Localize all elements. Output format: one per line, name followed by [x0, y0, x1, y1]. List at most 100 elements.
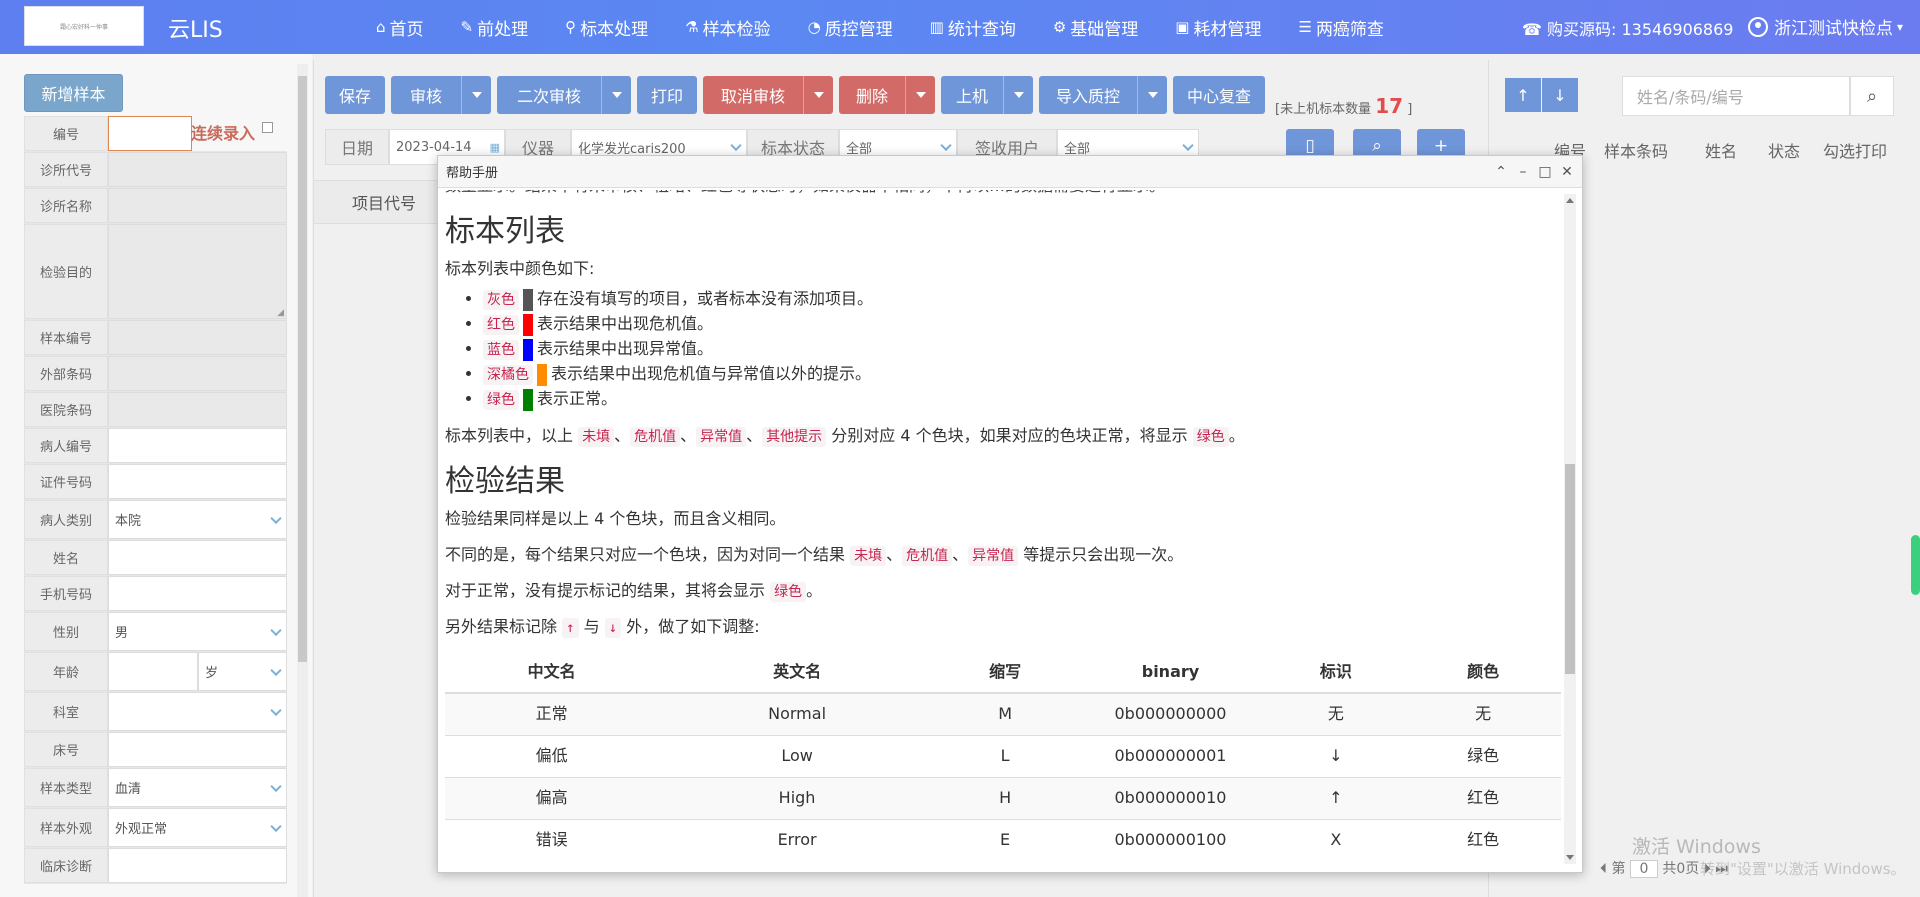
nav-label: 前处理	[477, 19, 529, 40]
form-input[interactable]	[108, 152, 287, 187]
move-up-button[interactable]: ↑	[1505, 78, 1541, 112]
form-input[interactable]	[108, 356, 287, 391]
list-block-paragraph: 标本列表中，以上 未填、危机值、异常值、其他提示 分别对应 4 个色块，如果对应…	[445, 424, 1565, 448]
age-input[interactable]	[108, 652, 198, 691]
column-header[interactable]: 样本条码	[1604, 138, 1668, 162]
nav-label: 样本检验	[702, 19, 771, 40]
form-input[interactable]	[108, 576, 287, 611]
form-select[interactable]: 血清	[108, 768, 287, 807]
color-swatch	[523, 288, 533, 311]
upload-button[interactable]: 上机	[941, 76, 1004, 114]
nav-item-6[interactable]: ⚙ 基础管理	[1053, 15, 1138, 40]
table-cell: E	[935, 818, 1075, 861]
add-sample-button[interactable]: 新增样本	[24, 74, 123, 112]
column-header[interactable]: 姓名	[1705, 138, 1737, 162]
import-qc-button[interactable]: 导入质控	[1039, 76, 1138, 114]
user-menu[interactable]: 浙江测试快检点 ▾	[1748, 14, 1903, 39]
form-select[interactable]	[108, 692, 287, 731]
cancel-review-button[interactable]: 取消审核	[703, 76, 804, 114]
move-down-button[interactable]: ↓	[1542, 78, 1578, 112]
first-page-icon[interactable]: ⏴	[1600, 861, 1607, 877]
form-label: 临床诊断	[24, 848, 108, 883]
second-review-button[interactable]: 二次审核	[497, 76, 602, 114]
next-page-icon[interactable]: ⏵	[1704, 861, 1711, 877]
continuous-entry-label[interactable]: 连续录入	[191, 120, 255, 144]
page-number-input[interactable]: 0	[1629, 860, 1658, 878]
calendar-icon[interactable]: ▦	[490, 141, 500, 154]
chevron-down-icon	[270, 780, 282, 792]
delete-dropdown[interactable]	[905, 76, 936, 114]
sample-search-input[interactable]: 姓名/条码/编号	[1622, 76, 1850, 116]
color-legend-item: 深橘色表示结果中出现危机值与异常值以外的提示。	[483, 362, 1565, 387]
left-scrollbar[interactable]	[297, 64, 308, 897]
nav-item-3[interactable]: ⚗ 样本检验	[685, 15, 770, 40]
column-header[interactable]: 勾选打印	[1823, 138, 1887, 162]
scroll-up-icon[interactable]	[1566, 198, 1574, 203]
delete-split-button: 删除	[839, 76, 936, 114]
plus-icon: +	[1433, 136, 1449, 156]
column-header[interactable]: 状态	[1768, 138, 1800, 162]
nav-item-4[interactable]: ◔ 质控管理	[808, 15, 893, 40]
delete-button[interactable]: 删除	[839, 76, 906, 114]
nav-item-1[interactable]: ✎ 前处理	[461, 15, 529, 40]
sample-search-button[interactable]: ⌕	[1850, 76, 1894, 116]
nav-item-2[interactable]: ⚲ 标本处理	[565, 15, 648, 40]
age-unit-select[interactable]: 岁	[198, 652, 287, 691]
text: 不同的是，每个结果只对应一个色块，因为对同一个结果	[445, 545, 846, 564]
form-select[interactable]: 外观正常	[108, 808, 287, 847]
form-select[interactable]: 男	[108, 612, 287, 651]
close-icon[interactable]: ✕	[1556, 162, 1578, 182]
left-scrollbar-thumb[interactable]	[298, 76, 307, 662]
second-review-dropdown[interactable]	[601, 76, 632, 114]
import-qc-dropdown[interactable]	[1137, 76, 1168, 114]
nav-item-5[interactable]: ▥ 统计查询	[930, 15, 1016, 40]
review-button[interactable]: 审核	[391, 76, 462, 114]
form-input[interactable]: ◢	[108, 224, 287, 319]
unhosted-suffix: ]	[1407, 102, 1413, 117]
form-input[interactable]	[108, 540, 287, 575]
nav-item-8[interactable]: ☰ 两癌筛查	[1298, 15, 1383, 40]
nav-item-7[interactable]: ▣ 耗材管理	[1175, 15, 1261, 40]
upload-dropdown[interactable]	[1003, 76, 1034, 114]
side-scroll-indicator[interactable]	[1911, 535, 1920, 595]
cancel-review-dropdown[interactable]	[803, 76, 834, 114]
table-header-cell: 缩写	[935, 651, 1075, 694]
results-para-4: 另外结果标记除 ↑ 与 ↓ 外，做了如下调整:	[445, 615, 1565, 639]
date-label: 日期	[325, 129, 389, 165]
form-input[interactable]	[108, 848, 287, 883]
form-input[interactable]	[108, 464, 287, 499]
form-row: 手机号码	[24, 576, 287, 612]
dialog-titlebar[interactable]: 帮助手册 ⌃ – □ ✕	[438, 156, 1582, 188]
print-button[interactable]: 打印	[637, 76, 698, 114]
results-para-2: 不同的是，每个结果只对应一个色块，因为对同一个结果 未填、危机值、异常值 等提示…	[445, 543, 1565, 567]
form-row: 病人编号	[24, 428, 287, 464]
dialog-scrollbar-thumb[interactable]	[1565, 464, 1575, 674]
form-row: 病人类别 本院	[24, 500, 287, 540]
scroll-down-icon[interactable]	[1566, 855, 1574, 860]
form-input[interactable]	[108, 732, 287, 767]
form-input[interactable]	[108, 188, 287, 223]
nav-item-0[interactable]: ⌂ 首页	[376, 15, 424, 40]
purchase-phone[interactable]: ☎ 购买源码: 13546906869	[1522, 16, 1733, 40]
center-recheck-button[interactable]: 中心复查	[1173, 76, 1266, 114]
save-button[interactable]: 保存	[325, 76, 386, 114]
form-row: 样本外观 外观正常	[24, 808, 287, 848]
nav-label: 标本处理	[580, 19, 649, 40]
form-select[interactable]: 本院	[108, 500, 287, 539]
maximize-icon[interactable]: □	[1534, 162, 1556, 182]
form-input[interactable]	[108, 392, 287, 427]
resize-grip-icon[interactable]: ◢	[277, 308, 284, 318]
continuous-entry-checkbox[interactable]	[262, 122, 273, 133]
chevron-down-icon	[730, 139, 742, 152]
collapse-icon[interactable]: ⌃	[1490, 162, 1512, 182]
window-controls: ⌃ – □ ✕	[1490, 162, 1578, 182]
minimize-icon[interactable]: –	[1512, 162, 1534, 182]
dialog-scrollbar[interactable]	[1564, 194, 1576, 864]
review-dropdown[interactable]	[461, 76, 492, 114]
form-input[interactable]	[108, 116, 192, 151]
table-cell: H	[935, 776, 1075, 819]
top-navbar: 霜心宏好科一仲事 云LIS ⌂ 首页 ✎ 前处理 ⚲ 标本处理 ⚗ 样本检验 ◔ 质控管理 ▥ 统计查…	[0, 0, 1920, 54]
form-input[interactable]	[108, 428, 287, 463]
last-page-icon[interactable]: ⏭	[1715, 861, 1728, 877]
form-input[interactable]	[108, 320, 287, 355]
